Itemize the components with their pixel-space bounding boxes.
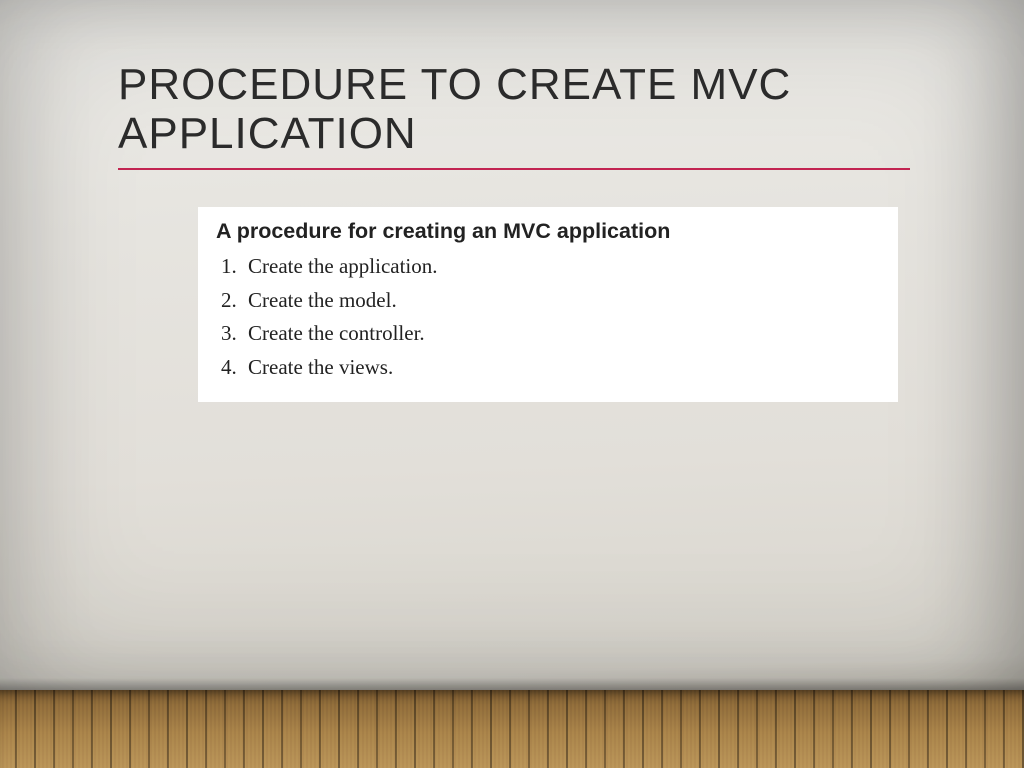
baseboard-shadow bbox=[0, 678, 1024, 690]
card-heading: A procedure for creating an MVC applicat… bbox=[216, 219, 880, 244]
title-underline bbox=[118, 168, 910, 170]
slide: PROCEDURE TO CREATE MVC APPLICATION A pr… bbox=[0, 0, 1024, 768]
procedure-steps: Create the application. Create the model… bbox=[216, 250, 880, 384]
slide-title: PROCEDURE TO CREATE MVC APPLICATION bbox=[118, 60, 898, 159]
wood-floor bbox=[0, 690, 1024, 768]
list-item: Create the views. bbox=[242, 351, 880, 385]
content-card: A procedure for creating an MVC applicat… bbox=[198, 207, 898, 402]
list-item: Create the model. bbox=[242, 284, 880, 318]
list-item: Create the controller. bbox=[242, 317, 880, 351]
list-item: Create the application. bbox=[242, 250, 880, 284]
